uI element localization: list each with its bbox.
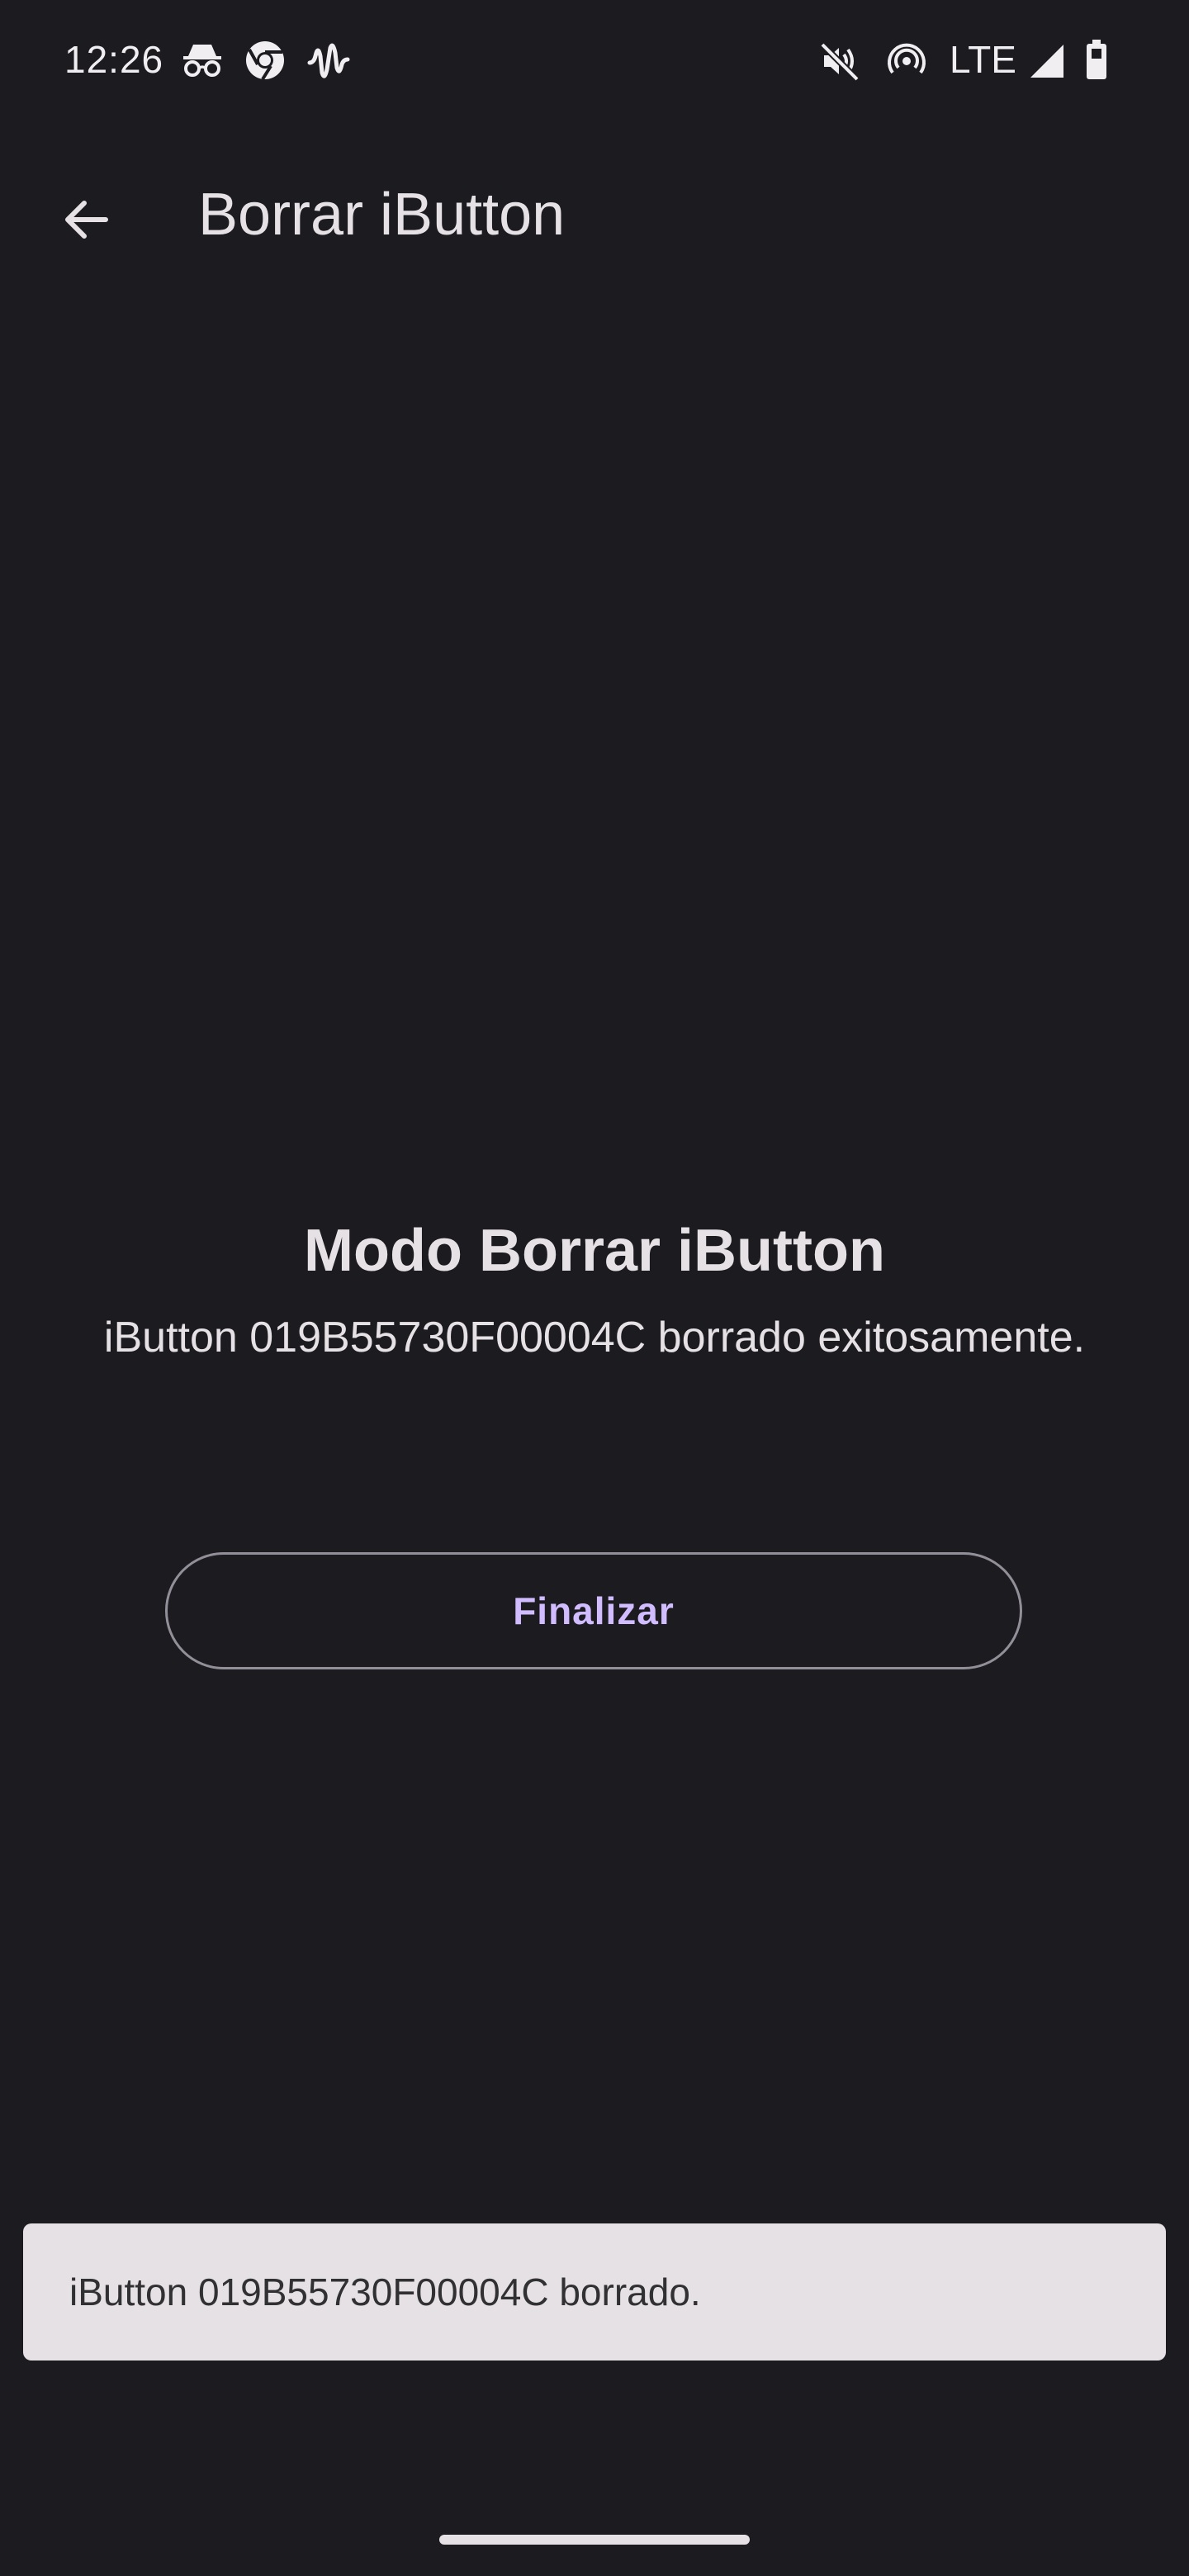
- chrome-icon: [246, 41, 284, 81]
- status-bar: 12:26 LTE: [0, 0, 1189, 124]
- network-type: LTE: [950, 38, 1016, 81]
- status-message: iButton 019B55730F00004C borrado exitosa…: [103, 1314, 1086, 1361]
- battery-icon: [1087, 40, 1106, 79]
- finish-button[interactable]: Finalizar: [165, 1552, 1022, 1669]
- page-title: Borrar iButton: [198, 182, 566, 248]
- mute-vibrate-icon: [820, 42, 860, 81]
- back-button[interactable]: [46, 180, 126, 259]
- arrow-back-icon: [65, 201, 108, 239]
- hotspot-icon: [888, 43, 926, 74]
- gesture-nav-handle[interactable]: [439, 2535, 750, 2545]
- waveform-icon: [307, 43, 350, 78]
- top-app-bar: Borrar iButton: [0, 124, 1189, 297]
- signal-icon: [1030, 45, 1063, 78]
- main-content: Modo Borrar iButton iButton 019B55730F00…: [0, 1205, 1189, 1371]
- mode-title: Modo Borrar iButton: [304, 1218, 885, 1284]
- status-time: 12:26: [64, 38, 164, 81]
- snackbar: iButton 019B55730F00004C borrado.: [23, 2223, 1166, 2361]
- incognito-icon: [183, 45, 221, 77]
- snackbar-message: iButton 019B55730F00004C borrado.: [69, 2271, 701, 2313]
